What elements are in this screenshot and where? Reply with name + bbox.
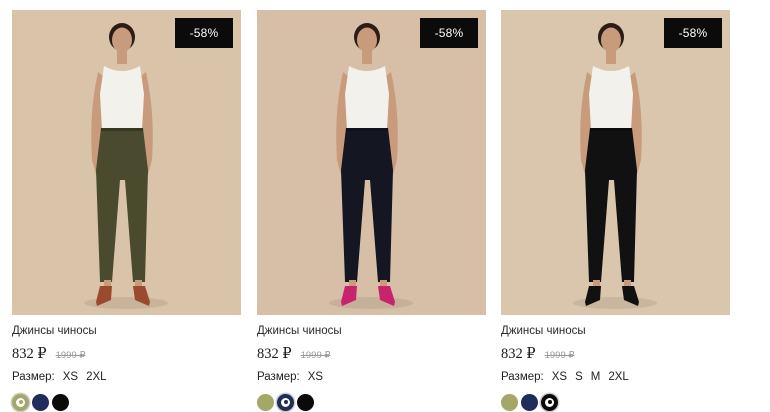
product-card[interactable]: -58% Джинсы чиносы 832 ₽ 1999 ₽ Размер: …	[257, 10, 486, 411]
color-swatch[interactable]	[541, 393, 558, 411]
color-swatches	[12, 393, 241, 411]
discount-badge: -58%	[175, 18, 233, 48]
price-row: 832 ₽ 1999 ₽	[257, 346, 486, 364]
product-title[interactable]: Джинсы чиносы	[257, 324, 486, 338]
color-swatch[interactable]	[32, 393, 49, 411]
old-price: 1999 ₽	[55, 350, 86, 361]
discount-badge: -58%	[664, 18, 722, 48]
tank-top	[345, 66, 389, 130]
size-option[interactable]: XS	[63, 371, 78, 383]
waistband	[346, 128, 388, 131]
neck	[362, 50, 372, 64]
product-card[interactable]: -58% Джинсы чиносы 832 ₽ 1999 ₽ Размер: …	[501, 10, 730, 411]
size-option[interactable]: M	[591, 371, 601, 383]
model-figure	[501, 10, 730, 315]
price-row: 832 ₽ 1999 ₽	[501, 346, 730, 364]
size-label: Размер:	[12, 371, 55, 383]
old-price: 1999 ₽	[544, 350, 575, 361]
size-option[interactable]: 2XL	[86, 371, 106, 383]
old-price: 1999 ₽	[300, 350, 331, 361]
discount-badge: -58%	[420, 18, 478, 48]
product-photo[interactable]: -58%	[257, 10, 486, 315]
product-grid: -58% Джинсы чиносы 832 ₽ 1999 ₽ Размер: …	[0, 0, 770, 412]
size-label: Размер:	[501, 371, 544, 383]
waistband	[101, 128, 143, 131]
color-swatch[interactable]	[257, 393, 274, 411]
waistband	[590, 128, 632, 131]
size-label: Размер:	[257, 371, 300, 383]
tank-top	[589, 66, 633, 130]
product-photo[interactable]: -58%	[12, 10, 241, 315]
product-title[interactable]: Джинсы чиносы	[501, 324, 730, 338]
tank-top	[100, 66, 144, 130]
price-row: 832 ₽ 1999 ₽	[12, 346, 241, 364]
current-price: 832 ₽	[12, 346, 47, 362]
color-swatch[interactable]	[521, 393, 538, 411]
face	[357, 27, 377, 53]
current-price: 832 ₽	[257, 346, 292, 362]
current-price: 832 ₽	[501, 346, 536, 362]
color-swatch[interactable]	[501, 393, 518, 411]
size-option[interactable]: S	[575, 371, 583, 383]
model-figure	[12, 10, 241, 315]
product-title[interactable]: Джинсы чиносы	[12, 324, 241, 338]
color-swatch[interactable]	[12, 393, 29, 411]
model-figure	[257, 10, 486, 315]
selected-dot	[545, 397, 554, 407]
selected-dot	[16, 397, 25, 407]
size-list: Размер: XS 2XL	[12, 370, 241, 384]
color-swatch[interactable]	[297, 393, 314, 411]
color-swatches	[501, 393, 730, 411]
color-swatches	[257, 393, 486, 411]
size-option[interactable]: 2XL	[608, 371, 628, 383]
size-option[interactable]: XS	[308, 371, 323, 383]
product-card[interactable]: -58% Джинсы чиносы 832 ₽ 1999 ₽ Размер: …	[12, 10, 241, 411]
face	[112, 27, 132, 53]
neck	[117, 50, 127, 64]
size-list: Размер: XS S M 2XL	[501, 370, 730, 384]
product-photo[interactable]: -58%	[501, 10, 730, 315]
neck	[606, 50, 616, 64]
size-option[interactable]: XS	[552, 371, 567, 383]
face	[601, 27, 621, 53]
selected-dot	[281, 397, 290, 407]
color-swatch[interactable]	[277, 393, 294, 411]
size-list: Размер: XS	[257, 370, 486, 384]
color-swatch[interactable]	[52, 393, 69, 411]
